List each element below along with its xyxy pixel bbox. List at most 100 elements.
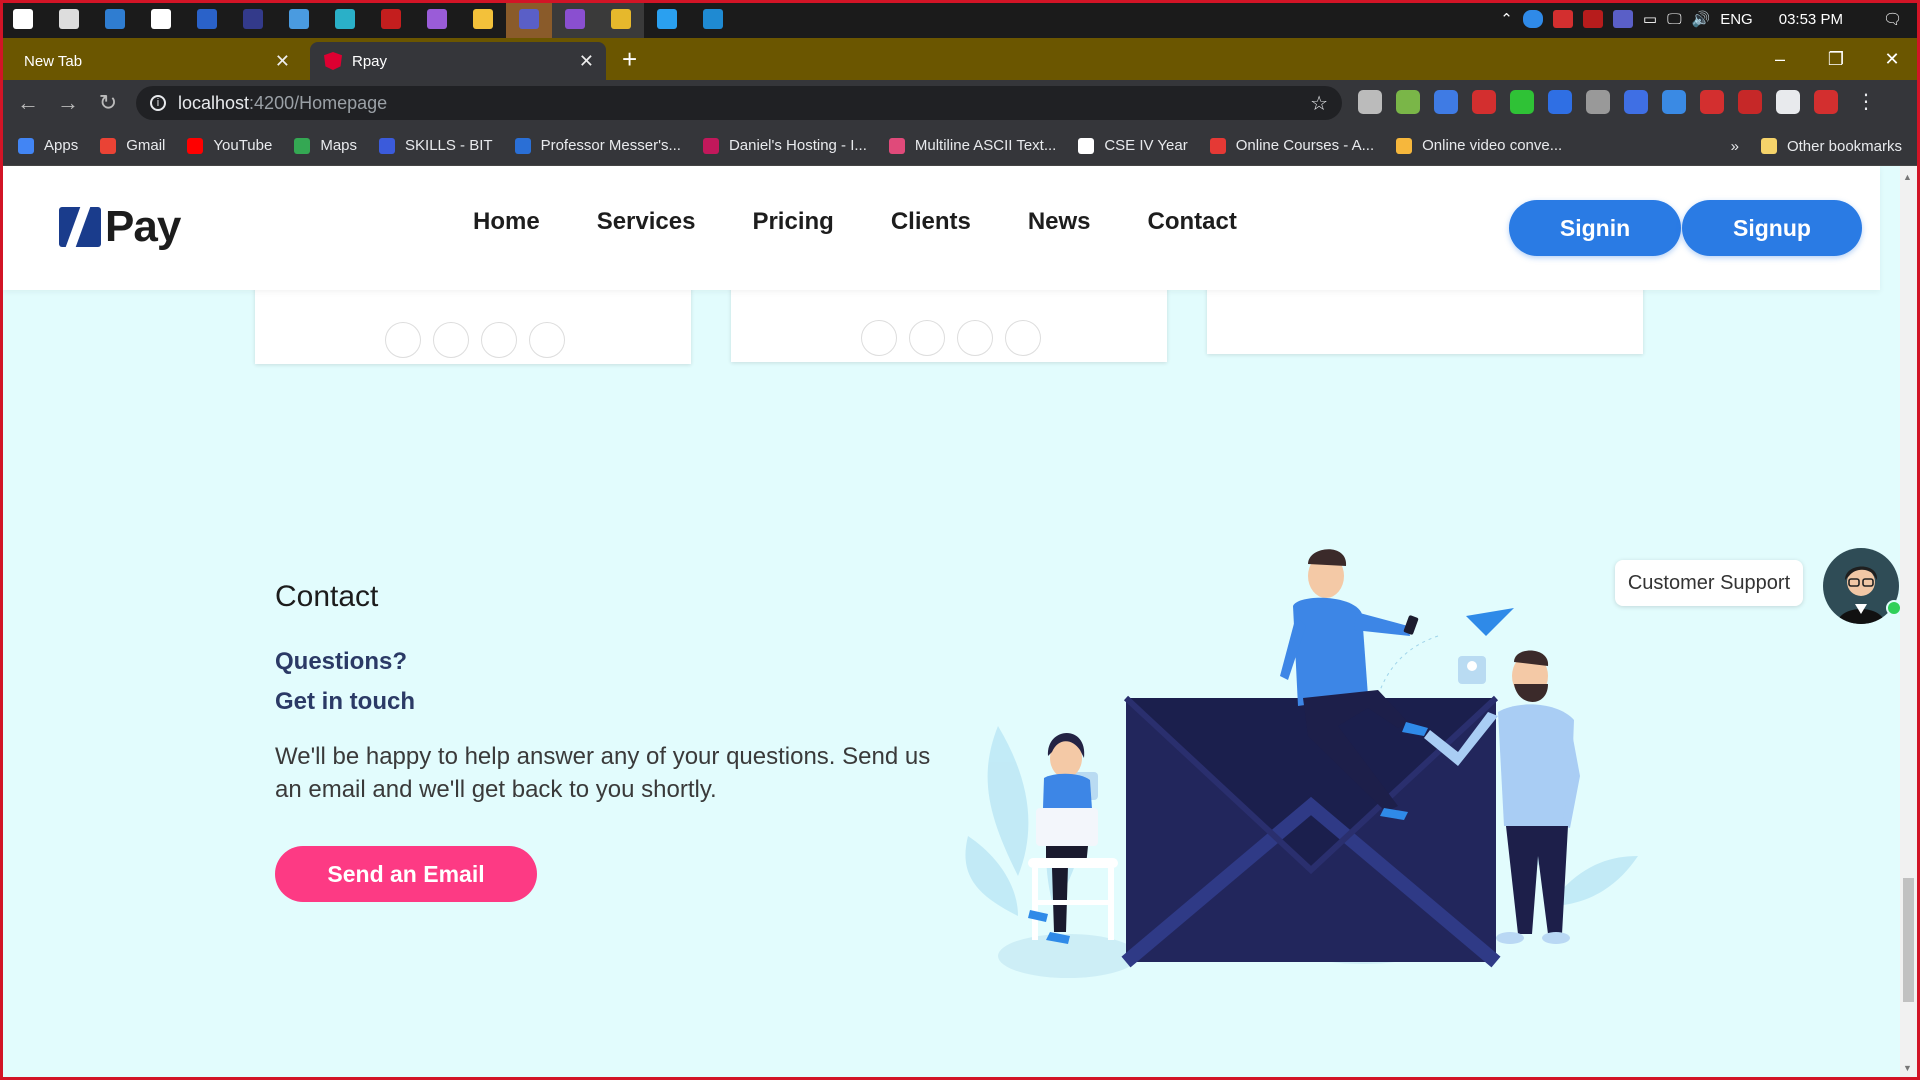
- reload-icon[interactable]: ↻: [88, 90, 128, 116]
- volume-icon[interactable]: 🔊: [1692, 10, 1711, 28]
- teams-icon[interactable]: [1612, 10, 1633, 28]
- notion-icon[interactable]: [138, 0, 184, 38]
- file-explorer-icon[interactable]: [460, 0, 506, 38]
- bookmarks-overflow-icon[interactable]: »: [1731, 138, 1739, 155]
- scroll-thumb[interactable]: [1903, 878, 1914, 1002]
- minimize-icon[interactable]: –: [1752, 38, 1808, 80]
- scroll-up-icon[interactable]: ▲: [1903, 172, 1912, 182]
- nav-services[interactable]: Services: [597, 208, 696, 236]
- extension-icon[interactable]: [1434, 90, 1458, 114]
- nav-pricing[interactable]: Pricing: [752, 208, 833, 236]
- browser-menu-icon[interactable]: ⋮: [1856, 90, 1876, 114]
- web-page: Pay Home Services Pricing Clients News C…: [3, 166, 1900, 1077]
- bookmark-item[interactable]: SKILLS - BIT: [379, 137, 493, 154]
- extension-icon[interactable]: [1472, 90, 1496, 114]
- bookmark-item[interactable]: YouTube: [187, 137, 272, 154]
- info-icon[interactable]: i: [150, 95, 166, 111]
- bookmark-star-icon[interactable]: ☆: [1310, 91, 1328, 116]
- extension-icon[interactable]: [1548, 90, 1572, 114]
- restore-icon[interactable]: ❐: [1808, 38, 1864, 80]
- extension-icon[interactable]: [1586, 90, 1610, 114]
- visual-studio-icon[interactable]: [552, 0, 598, 38]
- nav-contact[interactable]: Contact: [1148, 208, 1237, 236]
- clock[interactable]: 03:53 PM: [1779, 11, 1843, 28]
- social-icon[interactable]: [1005, 320, 1041, 356]
- extension-icon[interactable]: [1738, 90, 1762, 114]
- task-view-icon[interactable]: [46, 0, 92, 38]
- battery-icon[interactable]: ▭: [1643, 10, 1657, 28]
- social-icon[interactable]: [385, 322, 421, 358]
- forward-icon[interactable]: →: [48, 90, 88, 116]
- extension-icon[interactable]: [1510, 90, 1534, 114]
- scroll-down-icon[interactable]: ▼: [1903, 1063, 1912, 1073]
- tab-rpay[interactable]: Rpay ✕: [310, 42, 606, 80]
- social-icon[interactable]: [861, 320, 897, 356]
- contact-questions: Questions?: [275, 648, 408, 675]
- signin-button[interactable]: Signin: [1509, 200, 1681, 256]
- language-indicator[interactable]: ENG: [1720, 11, 1753, 28]
- extension-icon[interactable]: [1396, 90, 1420, 114]
- customer-support-bubble[interactable]: Customer Support: [1615, 560, 1803, 606]
- bookmark-label: Multiline ASCII Text...: [914, 137, 1057, 154]
- page-scrollbar[interactable]: ▲ ▼: [1900, 166, 1917, 1077]
- network-icon[interactable]: 🖵: [1667, 11, 1681, 28]
- notifications-icon[interactable]: 🗨: [1883, 10, 1902, 28]
- rpay-logo[interactable]: Pay: [59, 202, 181, 252]
- windows-start-icon[interactable]: [0, 0, 46, 38]
- nav-news[interactable]: News: [1028, 208, 1091, 236]
- social-icon[interactable]: [433, 322, 469, 358]
- extension-icon[interactable]: [1814, 90, 1838, 114]
- bookmark-item[interactable]: Online Courses - A...: [1209, 137, 1374, 154]
- social-icon[interactable]: [481, 322, 517, 358]
- app-red-icon[interactable]: [368, 0, 414, 38]
- windows-start-icon-glyph: [13, 9, 33, 29]
- bookmark-item[interactable]: CSE IV Year: [1078, 137, 1188, 154]
- close-icon[interactable]: ✕: [275, 51, 290, 72]
- bookmark-label: Daniel's Hosting - I...: [728, 137, 867, 154]
- back-icon[interactable]: ←: [8, 90, 48, 116]
- extension-icon[interactable]: [1700, 90, 1724, 114]
- extension-icon[interactable]: [1358, 90, 1382, 114]
- app-blue-icon[interactable]: [184, 0, 230, 38]
- visual-studio-icon-glyph: [565, 9, 585, 29]
- signup-button[interactable]: Signup: [1682, 200, 1862, 256]
- send-email-button[interactable]: Send an Email: [275, 846, 537, 902]
- app-red-icon[interactable]: [1552, 10, 1573, 28]
- edge-icon[interactable]: [322, 0, 368, 38]
- extension-icon[interactable]: [1662, 90, 1686, 114]
- bookmark-item[interactable]: Online video conve...: [1396, 137, 1562, 154]
- nav-clients[interactable]: Clients: [891, 208, 971, 236]
- new-tab-button[interactable]: +: [622, 44, 637, 74]
- social-icon[interactable]: [529, 322, 565, 358]
- contact-illustration: [965, 549, 1638, 978]
- nav-home[interactable]: Home: [473, 208, 540, 236]
- onedrive-icon[interactable]: [1522, 10, 1543, 28]
- other-bookmarks[interactable]: Other bookmarks: [1760, 138, 1902, 155]
- tab-new-tab[interactable]: New Tab ✕: [10, 42, 302, 80]
- close-window-icon[interactable]: ✕: [1864, 38, 1920, 80]
- url-input[interactable]: i localhost:4200/Homepage ☆: [136, 86, 1342, 120]
- app-red-icon[interactable]: [1582, 10, 1603, 28]
- vscode-icon[interactable]: [690, 0, 736, 38]
- bookmark-item[interactable]: Gmail: [100, 137, 165, 154]
- social-icon[interactable]: [957, 320, 993, 356]
- bookmark-favicon-icon: [1209, 137, 1226, 154]
- bookmark-item[interactable]: Maps: [294, 137, 357, 154]
- chevron-up-icon[interactable]: ⌃: [1500, 10, 1513, 28]
- extension-icon[interactable]: [1624, 90, 1648, 114]
- bookmark-item[interactable]: Daniel's Hosting - I...: [702, 137, 867, 154]
- vscode-icon-glyph: [703, 9, 723, 29]
- app-blue-icon[interactable]: [92, 0, 138, 38]
- extension-icon[interactable]: [1776, 90, 1800, 114]
- bookmark-item[interactable]: Professor Messer's...: [514, 137, 681, 154]
- teams-icon[interactable]: [506, 0, 552, 38]
- visual-studio-icon[interactable]: [414, 0, 460, 38]
- close-icon[interactable]: ✕: [579, 51, 594, 72]
- chrome-icon[interactable]: [598, 0, 644, 38]
- photoshop-icon[interactable]: [644, 0, 690, 38]
- photos-icon[interactable]: [276, 0, 322, 38]
- bookmark-item[interactable]: Apps: [18, 137, 78, 154]
- bookmark-item[interactable]: Multiline ASCII Text...: [888, 137, 1057, 154]
- social-icon[interactable]: [909, 320, 945, 356]
- blackberry-icon[interactable]: [230, 0, 276, 38]
